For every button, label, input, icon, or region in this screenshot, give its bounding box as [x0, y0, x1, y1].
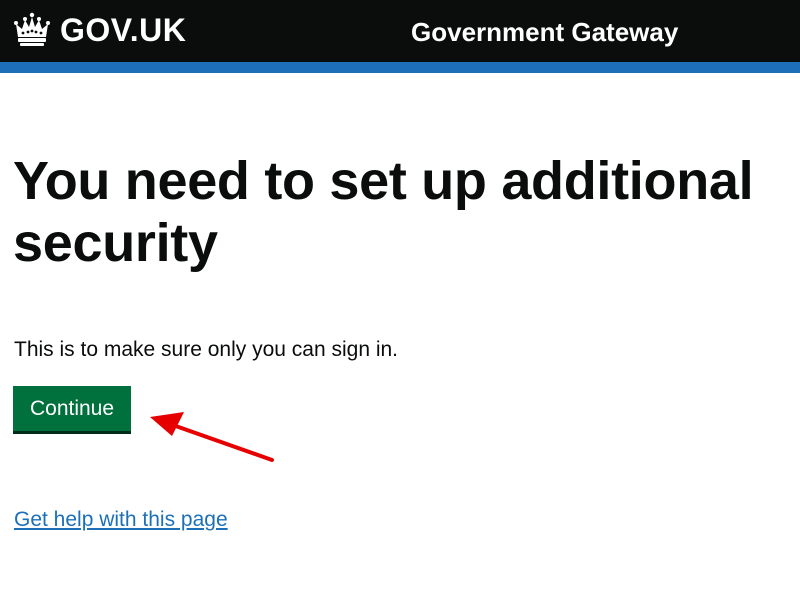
red-annotation-arrow-icon: [150, 412, 274, 462]
page-title: You need to set up additional security: [13, 151, 754, 273]
continue-button[interactable]: Continue: [13, 386, 131, 431]
get-help-link[interactable]: Get help with this page: [14, 506, 228, 534]
site-header: GOV.UK Government Gateway: [0, 0, 800, 62]
govuk-logo-link[interactable]: GOV.UK: [12, 8, 186, 52]
crown-icon: [14, 12, 50, 46]
body-text: This is to make sure only you can sign i…: [14, 338, 399, 361]
service-name[interactable]: Government Gateway: [411, 14, 678, 50]
logo-text: GOV.UK: [60, 12, 187, 48]
header-blue-stripe: [0, 62, 800, 73]
